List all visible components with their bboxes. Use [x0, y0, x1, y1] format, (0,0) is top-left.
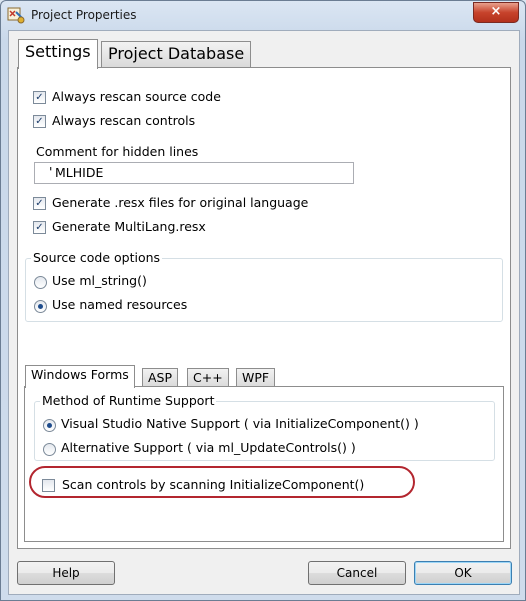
- help-button-label: Help: [52, 566, 80, 580]
- annotation-highlight-ellipse: [29, 466, 415, 498]
- tab-project-database-label: Project Database: [108, 44, 245, 63]
- tab-cpp-label: C++: [193, 370, 223, 385]
- source-code-options-group: Source code options Use ml_string() Use …: [25, 250, 503, 322]
- generate-multilang-label: Generate MultiLang.resx: [52, 219, 206, 234]
- radio-selected-dot: [38, 304, 43, 309]
- tab-settings[interactable]: Settings: [18, 39, 98, 69]
- comment-hidden-lines-field[interactable]: ' MLHIDE: [34, 162, 354, 184]
- cancel-button[interactable]: Cancel: [308, 561, 406, 585]
- tab-asp-label: ASP: [148, 370, 173, 385]
- alternative-support-label: Alternative Support ( via ml_UpdateContr…: [61, 440, 356, 455]
- use-named-resources-radio[interactable]: [34, 300, 47, 313]
- help-button[interactable]: Help: [17, 561, 115, 585]
- ok-button[interactable]: OK: [414, 561, 512, 585]
- comment-value: MLHIDE: [55, 165, 104, 180]
- tab-wpf[interactable]: WPF: [236, 368, 276, 387]
- tab-asp[interactable]: ASP: [142, 368, 179, 387]
- dialog-client-area: Settings Project Database ✓ Always resca…: [8, 30, 520, 595]
- use-ml-string-radio[interactable]: [34, 276, 47, 289]
- generate-resx-checkbox[interactable]: ✓: [33, 197, 46, 210]
- native-support-radio[interactable]: [43, 419, 56, 432]
- generate-multilang-checkbox[interactable]: ✓: [33, 221, 46, 234]
- always-rescan-controls-checkbox[interactable]: ✓: [33, 115, 46, 128]
- alternative-support-radio[interactable]: [43, 443, 56, 456]
- native-support-label: Visual Studio Native Support ( via Initi…: [61, 416, 419, 431]
- use-ml-string-label: Use ml_string(): [52, 273, 147, 288]
- always-rescan-source-label: Always rescan source code: [52, 89, 221, 104]
- title-bar[interactable]: Project Properties ×: [1, 1, 525, 29]
- close-icon: ×: [490, 4, 502, 19]
- tab-windows-forms[interactable]: Windows Forms: [25, 365, 135, 388]
- cancel-button-label: Cancel: [336, 566, 378, 580]
- source-code-options-title: Source code options: [31, 250, 163, 265]
- runtime-support-title: Method of Runtime Support: [40, 393, 217, 408]
- window-title: Project Properties: [31, 8, 137, 22]
- comment-hidden-lines-label: Comment for hidden lines: [36, 144, 199, 159]
- comment-prefix: ': [49, 164, 53, 179]
- tab-windows-forms-label: Windows Forms: [31, 367, 129, 382]
- tab-wpf-label: WPF: [242, 370, 270, 385]
- tab-settings-label: Settings: [25, 42, 91, 61]
- use-named-resources-label: Use named resources: [52, 297, 188, 312]
- tab-project-database[interactable]: Project Database: [101, 41, 252, 67]
- generate-resx-label: Generate .resx files for original langua…: [52, 195, 309, 210]
- ok-button-label: OK: [454, 566, 472, 580]
- close-button[interactable]: ×: [473, 2, 519, 23]
- radio-selected-dot: [47, 423, 52, 428]
- project-properties-window: Project Properties × Settings Project Da…: [0, 0, 526, 601]
- runtime-support-group: Method of Runtime Support Visual Studio …: [34, 393, 495, 461]
- windows-forms-panel: Method of Runtime Support Visual Studio …: [24, 386, 504, 542]
- settings-panel: ✓ Always rescan source code ✓ Always res…: [17, 67, 511, 549]
- tab-cpp[interactable]: C++: [187, 368, 229, 387]
- always-rescan-controls-label: Always rescan controls: [52, 113, 196, 128]
- always-rescan-source-checkbox[interactable]: ✓: [33, 91, 46, 104]
- app-icon: [7, 7, 25, 24]
